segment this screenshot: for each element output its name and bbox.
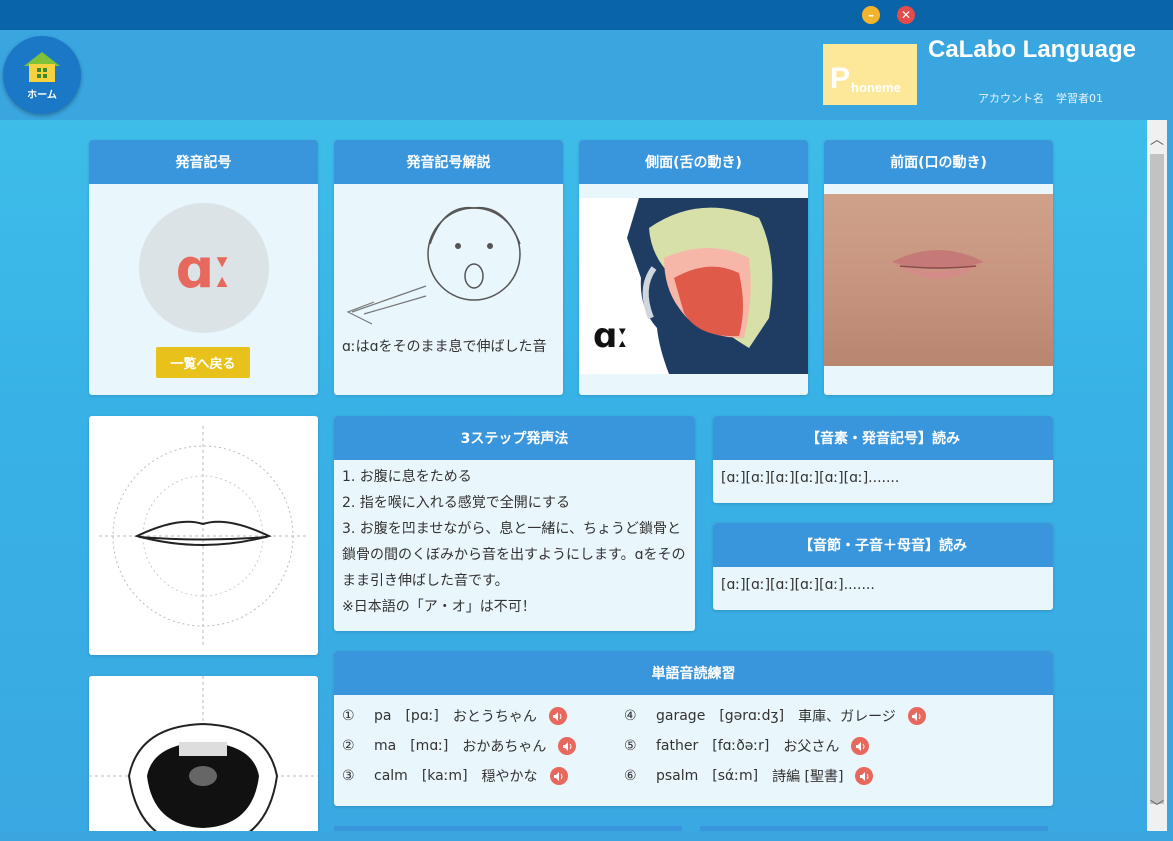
close-icon[interactable]: ✕ [897, 6, 915, 24]
explain-card-title: 発音記号解説 [334, 140, 563, 184]
home-button[interactable]: ホーム [3, 36, 81, 114]
step-line: 2. 指を喉に入れる感覚で全開にする [342, 495, 570, 511]
front-view-card: 前面(口の動き) [824, 140, 1053, 395]
step-line: 1. お腹に息をためる [342, 469, 472, 485]
speaker-icon[interactable] [548, 707, 567, 725]
word-item: ⑥ psalm [sάːm] 詩編 [聖書] [624, 761, 926, 791]
word-item: ② ma [mɑː] おかあちゃん [342, 731, 577, 761]
account-label: アカウント名 [978, 92, 1044, 105]
symbol-card-title: 発音記号 [89, 140, 318, 184]
app-header: ホーム P honeme CaLabo Language アカウント名 学習者01 [0, 30, 1173, 120]
scroll-up-icon[interactable]: ︿ [1147, 130, 1167, 150]
speaker-icon[interactable] [549, 767, 568, 785]
word-item: ⑤ father [fɑːðəːr] お父さん [624, 731, 926, 761]
step-note: ※日本語の「ア・オ」は不可！ [342, 599, 536, 615]
front-card-title: 前面(口の動き) [824, 140, 1053, 184]
side-card-title: 側面(舌の動き) [579, 140, 808, 184]
word-item: ① pa [pɑː] おとうちゃん [342, 701, 576, 731]
next-card-edge [700, 826, 1048, 831]
boy-illustration [346, 206, 521, 325]
three-step-title: 3ステップ発声法 [334, 416, 695, 460]
word-list-left: ① pa [pɑː] おとうちゃん ② ma [mɑː] おかあちゃん ③ ca… [342, 701, 577, 791]
three-step-card: 3ステップ発声法 1. お腹に息をためる 2. 指を喉に入れる感覚で全開にする … [334, 416, 695, 631]
syllable-reading-title: 【音節・子音＋母音】読み [713, 523, 1053, 567]
main-content: 発音記号 ɑː 一覧へ戻る 発音記号解説 ɑːはɑをそのまま息で伸ばした音 側面… [0, 120, 1147, 831]
house-icon [24, 51, 60, 82]
scroll-thumb[interactable] [1150, 154, 1164, 804]
account-info: アカウント名 学習者01 [978, 90, 1103, 106]
mouth-open-diagram [89, 676, 318, 831]
speaker-icon[interactable] [558, 737, 577, 755]
speaker-icon[interactable] [855, 767, 874, 785]
side-view-card: 側面(舌の動き) ɑː [579, 140, 808, 395]
side-symbol: ɑː [593, 316, 629, 356]
mouth-photo [824, 194, 1053, 366]
word-practice-title: 単語音読練習 [334, 651, 1053, 695]
word-list-right: ④ garage [gərɑːdʒ] 車庫、ガレージ ⑤ father [fɑː… [624, 701, 926, 791]
word-item: ③ calm [kaːm] 穏やかな [342, 761, 576, 791]
vertical-scrollbar[interactable]: ︿ ﹀ [1147, 120, 1167, 831]
phoneme-reading-text: [ɑː][ɑː][ɑː][ɑː][ɑː][ɑː]....... [721, 470, 900, 486]
title-bar: – ✕ [0, 0, 1173, 30]
account-name: 学習者01 [1056, 92, 1103, 105]
syllable-reading-card: 【音節・子音＋母音】読み [ɑː][ɑː][ɑː][ɑː][ɑː]....... [713, 523, 1053, 610]
speaker-icon[interactable] [907, 707, 926, 725]
minimize-icon[interactable]: – [862, 6, 880, 24]
next-card-edge [334, 826, 682, 831]
phoneme-logo: P honeme [823, 44, 917, 105]
phoneme-reading-title: 【音素・発音記号】読み [713, 416, 1053, 460]
scroll-down-icon[interactable]: ﹀ [1147, 798, 1167, 818]
home-label: ホーム [27, 89, 57, 101]
step-line: 3. お腹を凹ませながら、息と一緒に、ちょうど鎖骨と鎖骨の間のくぼみから音を出す… [342, 521, 686, 589]
tongue-diagram: ɑː [579, 198, 808, 374]
explain-text: ɑːはɑをそのまま息で伸ばした音 [342, 339, 547, 355]
symbol-card: 発音記号 ɑː 一覧へ戻る [89, 140, 318, 395]
phoneme-reading-card: 【音素・発音記号】読み [ɑː][ɑː][ɑː][ɑː][ɑː][ɑː]....… [713, 416, 1053, 503]
explain-card: 発音記号解説 ɑːはɑをそのまま息で伸ばした音 [334, 140, 563, 395]
app-title: CaLabo Language [928, 36, 1137, 63]
speaker-icon[interactable] [851, 737, 870, 755]
lips-closed-diagram [89, 416, 318, 655]
word-item: ④ garage [gərɑːdʒ] 車庫、ガレージ [624, 701, 926, 731]
three-step-text: 1. お腹に息をためる 2. 指を喉に入れる感覚で全開にする 3. お腹を凹ませ… [334, 460, 695, 626]
phonetic-symbol: ɑː [139, 203, 269, 333]
syllable-reading-text: [ɑː][ɑː][ɑː][ɑː][ɑː]....... [721, 577, 875, 593]
back-to-list-button[interactable]: 一覧へ戻る [156, 347, 250, 378]
word-practice-card: 単語音読練習 ① pa [pɑː] おとうちゃん ② ma [mɑː] おかあち… [334, 651, 1053, 806]
